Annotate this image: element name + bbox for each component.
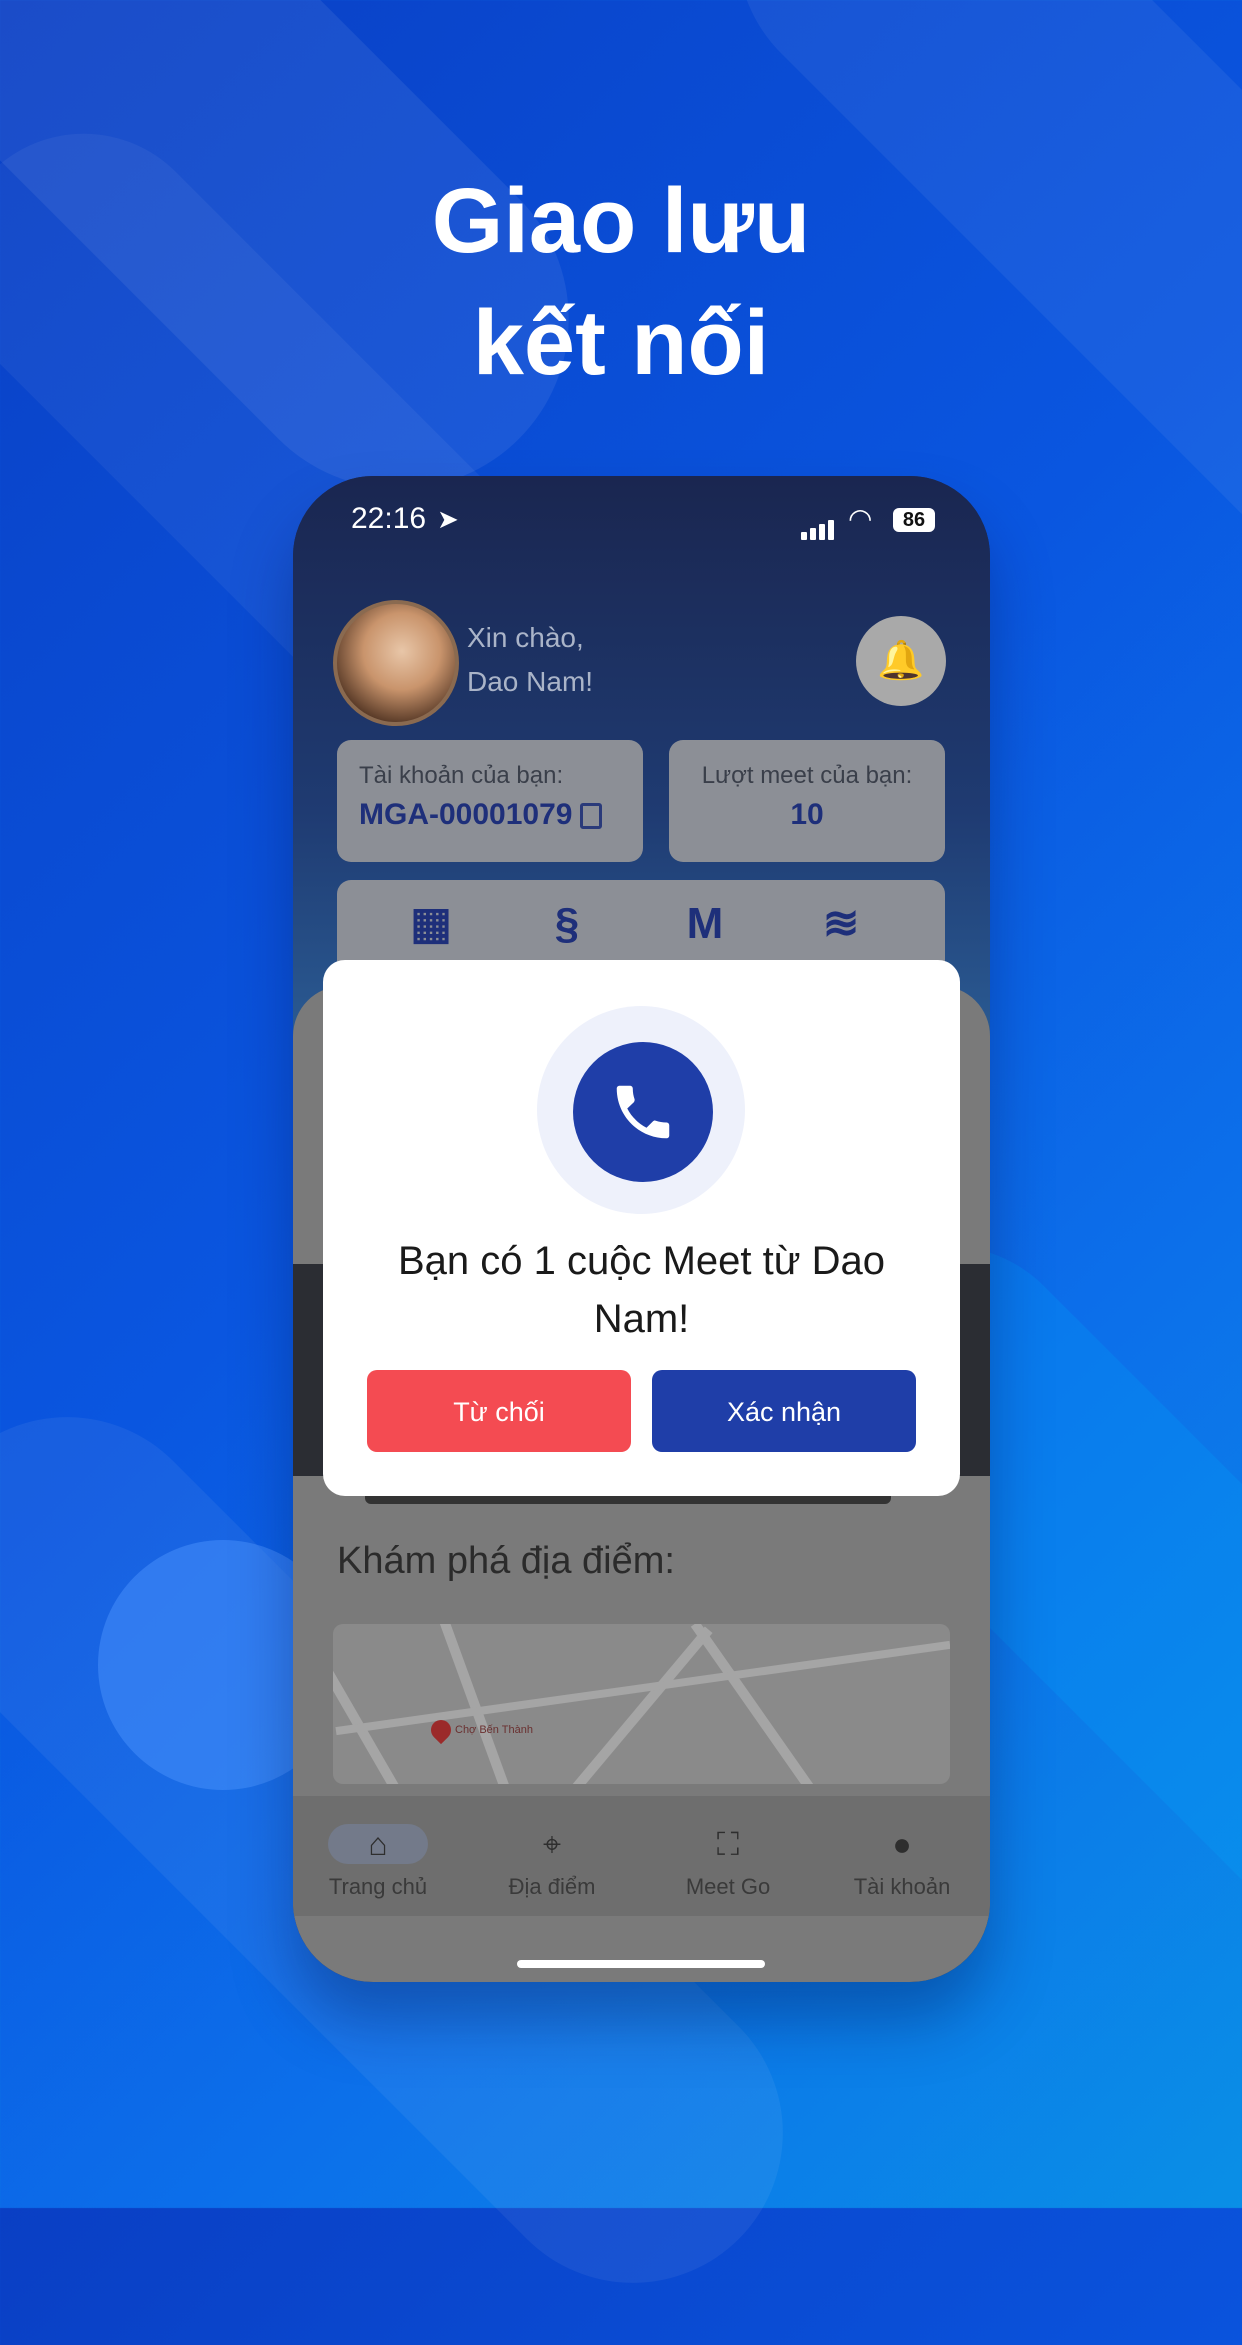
greeting-name: Dao Nam! <box>467 666 594 697</box>
scan-icon: ⛶ <box>716 1826 740 1862</box>
meet-count-card: Lượt meet của bạn: 10 <box>669 740 945 862</box>
user-icon: ● <box>892 1826 912 1862</box>
bottom-tab-bar: ⌂ Trang chủ ⌖ Địa điểm ⛶ Meet Go ● Tài k… <box>293 1796 990 1916</box>
cellular-signal-icon <box>801 506 837 540</box>
account-card: Tài khoản của bạn: MGA-00001079 <box>337 740 643 862</box>
reject-button[interactable]: Từ chối <box>367 1370 631 1452</box>
meet-logo-icon[interactable]: M <box>677 896 733 952</box>
status-bar: 22:16 ➤ ◠ 86 <box>293 502 990 552</box>
battery-indicator: 86 <box>893 508 935 532</box>
meet-count-label: Lượt meet của bạn: <box>701 762 913 789</box>
location-arrow-icon: ➤ <box>437 504 459 534</box>
map-road <box>333 1634 413 1784</box>
location-pin-icon: ⌖ <box>542 1826 562 1862</box>
notification-bell-icon[interactable]: 🔔 <box>856 616 946 706</box>
map-road <box>563 1626 713 1784</box>
tab-account-label: Tài khoản <box>853 1874 951 1899</box>
tab-places[interactable]: ⌖ Địa điểm <box>477 1824 627 1900</box>
tab-home[interactable]: ⌂ Trang chủ <box>303 1824 453 1900</box>
tab-places-label: Địa điểm <box>508 1874 596 1899</box>
explore-title: Khám phá địa điểm: <box>337 1540 675 1582</box>
tab-home-label: Trang chủ <box>328 1874 428 1899</box>
dialog-message: Bạn có 1 cuộc Meet từ Dao Nam! <box>397 1239 886 1341</box>
copy-icon[interactable] <box>580 803 603 830</box>
tab-meet-go-label: Meet Go <box>685 1874 771 1899</box>
wifi-icon: ◠ <box>848 503 873 534</box>
greeting-line1: Xin chào, <box>467 622 584 653</box>
promo-headline: Giao lưu kết nối <box>0 160 1242 404</box>
home-icon: ⌂ <box>328 1824 428 1864</box>
tab-meet-go[interactable]: ⛶ Meet Go <box>653 1824 803 1900</box>
account-label: Tài khoản của bạn: <box>359 762 564 789</box>
account-id-value: MGA-00001079 <box>359 798 573 831</box>
route-icon[interactable]: § <box>539 896 595 952</box>
headline-line2: kết nối <box>472 292 770 394</box>
account-id: MGA-00001079 <box>359 798 643 832</box>
map-road <box>690 1624 826 1784</box>
map-road <box>335 1640 950 1736</box>
map-pin-label: Chợ Bến Thành <box>455 1724 533 1736</box>
meet-count-value: 10 <box>790 798 824 831</box>
map-preview[interactable]: Chợ Bến Thành <box>333 1624 950 1784</box>
confirm-button[interactable]: Xác nhận <box>652 1370 916 1452</box>
status-time: 22:16 <box>351 502 427 535</box>
incoming-meet-dialog: Bạn có 1 cuộc Meet từ Dao Nam! Từ chối X… <box>323 960 960 1496</box>
avatar[interactable] <box>333 600 459 726</box>
phone-icon <box>573 1042 713 1182</box>
nearby-users-icon[interactable]: ≋ <box>813 896 869 952</box>
home-indicator[interactable] <box>517 1960 765 1968</box>
tab-account[interactable]: ● Tài khoản <box>827 1824 977 1900</box>
greeting: Xin chào, Dao Nam! <box>467 616 593 704</box>
qr-code-icon[interactable]: ▦ <box>403 896 459 952</box>
headline-line1: Giao lưu <box>431 170 811 272</box>
